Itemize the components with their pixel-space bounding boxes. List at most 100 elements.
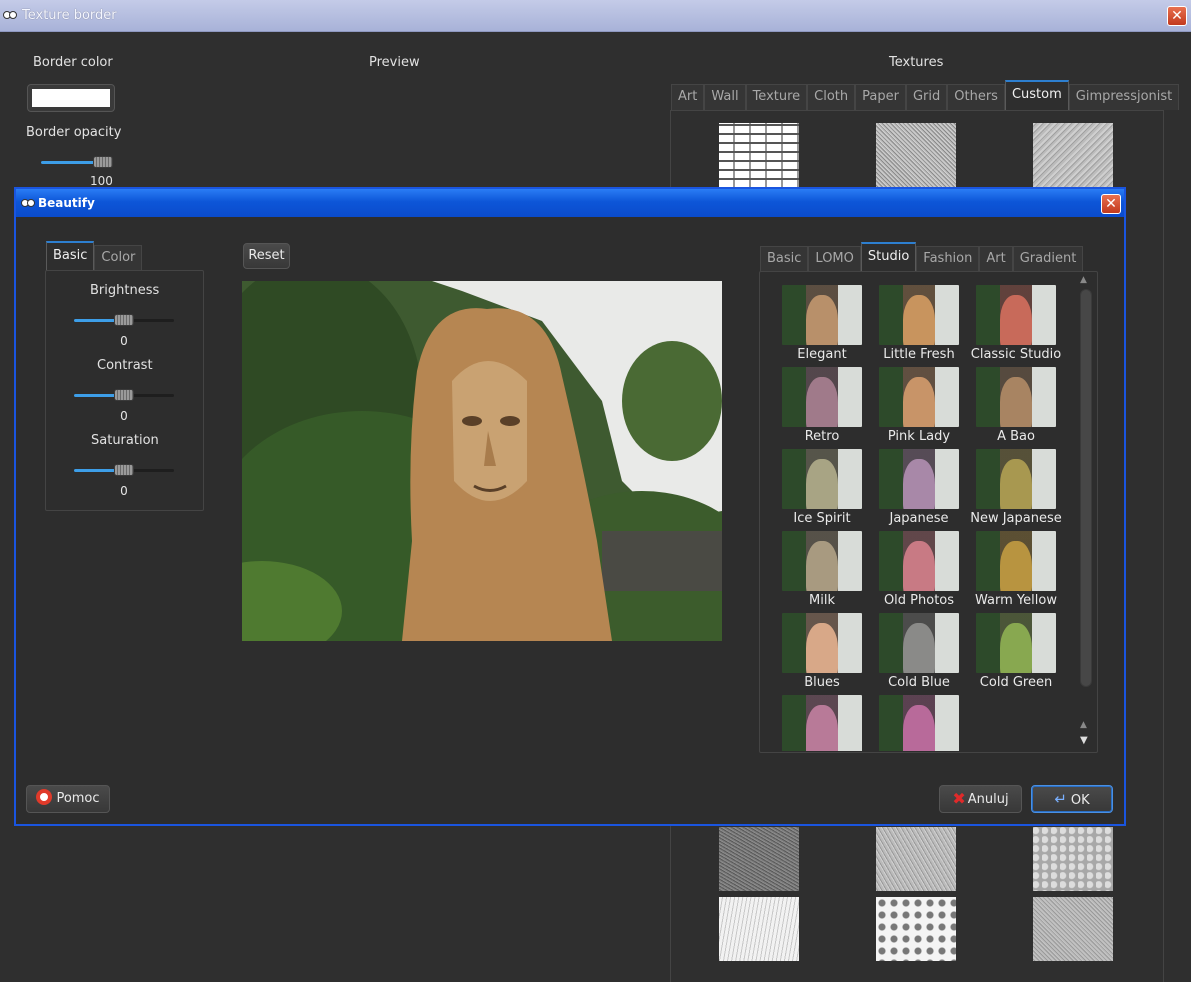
filter-thumbnail (782, 449, 862, 509)
filter-grid: Elegant Little Fresh Classic Studio Retro Pi… (772, 285, 1072, 751)
preset-tabs: Basic LOMO Studio Fashion Art Gradient (760, 242, 1084, 272)
texture-crumpled[interactable] (1033, 827, 1113, 891)
filter-item[interactable]: Elegant (772, 285, 872, 362)
filter-item[interactable]: Pink Lady (869, 367, 969, 444)
filter-label: Japanese (889, 511, 949, 526)
texture-brick[interactable] (719, 123, 799, 187)
tab-color[interactable]: Color (94, 245, 143, 271)
close-icon[interactable]: ✕ (1167, 6, 1187, 26)
textures-label: Textures (889, 55, 944, 70)
texture-fabric[interactable] (1033, 897, 1113, 961)
filter-item[interactable]: A Bao (966, 367, 1066, 444)
filter-label: Milk (809, 593, 835, 608)
border-opacity-label: Border opacity (26, 125, 122, 140)
filter-label: A Bao (997, 429, 1035, 444)
tab-studio[interactable]: Studio (860, 242, 917, 272)
filter-item[interactable]: Little Fresh (869, 285, 969, 362)
filter-item[interactable]: Retro (772, 367, 872, 444)
texture-dots[interactable] (876, 897, 956, 961)
brightness-slider[interactable] (74, 314, 174, 326)
tab-custom[interactable]: Custom (1004, 80, 1069, 110)
tab-gradient[interactable]: Gradient (1012, 246, 1084, 272)
preview-label: Preview (369, 55, 420, 70)
tab-basic[interactable]: Basic (46, 241, 95, 271)
brightness-label: Brightness (90, 283, 160, 298)
filter-label: Retro (804, 429, 840, 444)
filter-item[interactable]: Cold Blue (869, 613, 969, 690)
tab-art[interactable]: Art (671, 84, 705, 110)
reset-button[interactable]: Reset (243, 243, 290, 269)
border-opacity-value: 100 (90, 174, 113, 188)
filter-item[interactable] (772, 695, 872, 751)
filter-item[interactable]: Classic Studio (966, 285, 1066, 362)
statue-photo (242, 281, 722, 641)
filter-label: Blues (804, 675, 840, 690)
ok-label: OK (1070, 793, 1090, 808)
texture-tabs: Art Wall Texture Cloth Paper Grid Others… (671, 80, 1180, 110)
beautify-titlebar: Beautify (16, 189, 1124, 217)
filter-label: Pink Lady (887, 429, 951, 444)
filter-label: Cold Green (979, 675, 1053, 690)
tab-gimpressjonist[interactable]: Gimpressjonist (1068, 84, 1180, 110)
filter-thumbnail (976, 367, 1056, 427)
beautify-dialog: Beautify ✕ Basic Color Brightness 0 Cont… (14, 187, 1126, 826)
filter-item[interactable]: Japanese (869, 449, 969, 526)
cancel-label: Anuluj (967, 792, 1009, 807)
cancel-icon: ✖ (952, 789, 966, 808)
filter-thumbnail (782, 613, 862, 673)
ok-button[interactable]: ↵ OK (1031, 785, 1113, 813)
tab-lomo[interactable]: LOMO (808, 246, 861, 272)
texture-light-noise[interactable] (876, 827, 956, 891)
texture-noise[interactable] (876, 123, 956, 187)
filter-item[interactable]: Warm Yellow (966, 531, 1066, 608)
filter-thumbnail (976, 285, 1056, 345)
saturation-slider[interactable] (74, 464, 174, 476)
border-opacity-slider[interactable] (41, 156, 113, 168)
tab-art[interactable]: Art (979, 246, 1013, 272)
scroll-up-icon[interactable]: ▲ (1080, 720, 1087, 730)
filter-item[interactable]: Milk (772, 531, 872, 608)
filter-item[interactable]: Ice Spirit (772, 449, 872, 526)
border-color-button[interactable] (27, 84, 115, 112)
filter-scrollbar[interactable]: ▲ ▲ ▼ (1077, 275, 1095, 751)
gimp-icon (3, 9, 17, 21)
scroll-down-icon[interactable]: ▼ (1080, 735, 1088, 746)
tab-texture[interactable]: Texture (745, 84, 808, 110)
texture-canvas[interactable] (1033, 123, 1113, 187)
help-label: Pomoc (56, 791, 100, 806)
tab-wall[interactable]: Wall (704, 84, 746, 110)
filter-item[interactable] (869, 695, 969, 751)
filter-thumbnail (879, 531, 959, 591)
filter-thumbnail (782, 531, 862, 591)
filter-label: Ice Spirit (793, 511, 851, 526)
texture-dark-noise[interactable] (719, 827, 799, 891)
saturation-value: 0 (120, 484, 128, 498)
filter-thumbnail (782, 285, 862, 345)
scroll-up-icon[interactable]: ▲ (1080, 275, 1087, 285)
tab-paper[interactable]: Paper (855, 84, 906, 110)
filter-thumbnail (879, 285, 959, 345)
filter-item[interactable]: Old Photos (869, 531, 969, 608)
tab-cloth[interactable]: Cloth (807, 84, 856, 110)
filter-item[interactable]: New Japanese (966, 449, 1066, 526)
cancel-button[interactable]: ✖ Anuluj (939, 785, 1022, 813)
help-button[interactable]: Pomoc (26, 785, 110, 813)
preview-image (242, 281, 722, 641)
filter-thumbnail (976, 449, 1056, 509)
filter-thumbnail (782, 695, 862, 751)
tab-basic[interactable]: Basic (760, 246, 809, 272)
filter-item[interactable]: Blues (772, 613, 872, 690)
tab-fashion[interactable]: Fashion (916, 246, 980, 272)
texture-scratch[interactable] (719, 897, 799, 961)
filter-label: Little Fresh (883, 347, 955, 362)
close-icon[interactable]: ✕ (1101, 194, 1121, 214)
tab-others[interactable]: Others (947, 84, 1005, 110)
scrollbar-thumb[interactable] (1080, 289, 1092, 687)
filter-item[interactable]: Cold Green (966, 613, 1066, 690)
filter-thumbnail (976, 531, 1056, 591)
tab-grid[interactable]: Grid (905, 84, 948, 110)
filter-label: Classic Studio (970, 347, 1062, 362)
color-swatch (32, 89, 110, 107)
filter-thumbnail (782, 367, 862, 427)
contrast-slider[interactable] (74, 389, 174, 401)
